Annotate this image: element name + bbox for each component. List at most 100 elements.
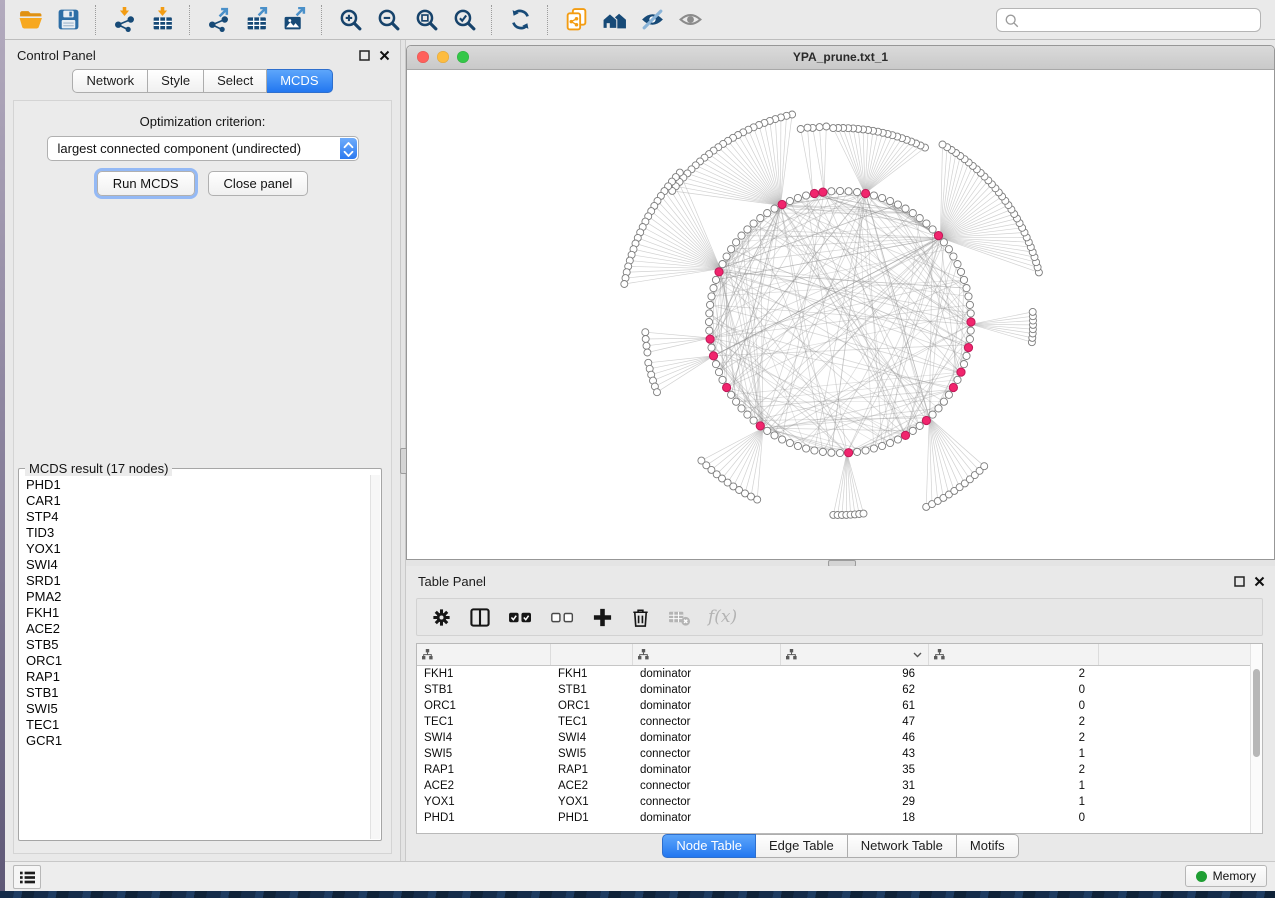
optimization-select[interactable]: largest connected component (undirected) xyxy=(47,136,359,161)
network-window-titlebar[interactable]: YPA_prune.txt_1 xyxy=(407,46,1274,70)
network-window-title: YPA_prune.txt_1 xyxy=(407,50,1274,64)
table-panel-header: Table Panel xyxy=(406,566,1275,592)
mcds-result-item[interactable]: CAR1 xyxy=(26,493,370,509)
delete-table-icon[interactable] xyxy=(668,608,691,627)
mcds-result-item[interactable]: RAP1 xyxy=(26,669,370,685)
table-row[interactable]: FKH1FKH1dominator962 xyxy=(417,666,1262,682)
zoom-selected-icon[interactable] xyxy=(447,5,481,35)
tab-select[interactable]: Select xyxy=(204,69,267,93)
zoom-fit-icon[interactable] xyxy=(409,5,443,35)
export-network-icon[interactable] xyxy=(201,5,235,35)
table-row[interactable]: TEC1TEC1connector472 xyxy=(417,714,1262,730)
column-header-name[interactable] xyxy=(551,644,633,665)
table-scrollbar[interactable] xyxy=(1250,644,1262,833)
add-column-icon[interactable] xyxy=(592,607,613,628)
close-panel-icon[interactable] xyxy=(379,50,390,61)
mcds-result-item[interactable]: TID3 xyxy=(26,525,370,541)
cell-successor-nodes: 46 xyxy=(781,732,929,744)
search-input[interactable] xyxy=(1025,10,1254,32)
tab-mcds[interactable]: MCDS xyxy=(267,69,332,93)
mcds-result-item[interactable]: STB5 xyxy=(26,637,370,653)
mcds-result-item[interactable]: STB1 xyxy=(26,685,370,701)
mcds-result-item[interactable]: SWI4 xyxy=(26,557,370,573)
mcds-result-item[interactable]: GCR1 xyxy=(26,733,370,749)
mcds-result-list[interactable]: PHD1CAR1STP4TID3YOX1SWI4SRD1PMA2FKH1ACE2… xyxy=(19,475,370,838)
open-file-icon[interactable] xyxy=(13,5,47,35)
column-header-successor-nodes[interactable] xyxy=(781,644,929,665)
cell-MCDS-role: dominator xyxy=(633,668,781,680)
function-builder-icon[interactable]: f(x) xyxy=(708,607,737,627)
hide-selected-icon[interactable] xyxy=(635,5,669,35)
table-tabs: Node TableEdge TableNetwork TableMotifs xyxy=(406,834,1275,858)
float-panel-icon[interactable] xyxy=(359,50,370,61)
clone-network-icon[interactable] xyxy=(559,5,593,35)
table-panel-title: Table Panel xyxy=(418,574,486,589)
table-row[interactable]: ORC1ORC1dominator610 xyxy=(417,698,1262,714)
network-canvas[interactable] xyxy=(407,69,1274,559)
cell-predecessor-nodes: 1 xyxy=(929,780,1099,792)
split-view-icon[interactable] xyxy=(469,607,491,628)
show-all-icon[interactable] xyxy=(673,5,707,35)
mcds-result-item[interactable]: TEC1 xyxy=(26,717,370,733)
table-row[interactable]: STB1STB1dominator620 xyxy=(417,682,1262,698)
cell-name: RAP1 xyxy=(551,764,633,776)
table-row[interactable]: SWI4SWI4dominator462 xyxy=(417,730,1262,746)
import-table-icon[interactable] xyxy=(145,5,179,35)
close-panel-icon[interactable] xyxy=(1254,576,1265,587)
table-row[interactable]: YOX1YOX1connector291 xyxy=(417,794,1262,810)
memory-label: Memory xyxy=(1213,869,1256,883)
tab-style[interactable]: Style xyxy=(148,69,204,93)
tab-edge-table[interactable]: Edge Table xyxy=(756,834,848,858)
scrollbar-thumb[interactable] xyxy=(1253,669,1260,757)
import-network-icon[interactable] xyxy=(107,5,141,35)
table-row[interactable]: ACE2ACE2connector311 xyxy=(417,778,1262,794)
run-mcds-button[interactable]: Run MCDS xyxy=(97,171,195,196)
export-image-icon[interactable] xyxy=(277,5,311,35)
column-header-predecessor-nodes[interactable] xyxy=(929,644,1099,665)
mcds-result-item[interactable]: PMA2 xyxy=(26,589,370,605)
table-panel: Table Panel f(x) xyxy=(406,566,1275,862)
zoom-in-icon[interactable] xyxy=(333,5,367,35)
first-neighbors-icon[interactable] xyxy=(597,5,631,35)
tab-motifs[interactable]: Motifs xyxy=(957,834,1019,858)
mcds-result-item[interactable]: YOX1 xyxy=(26,541,370,557)
column-header-MCDS-role[interactable] xyxy=(633,644,781,665)
deselect-all-icon[interactable] xyxy=(550,607,575,628)
mcds-result-item[interactable]: ORC1 xyxy=(26,653,370,669)
tab-node-table[interactable]: Node Table xyxy=(662,834,756,858)
mcds-result-item[interactable]: STP4 xyxy=(26,509,370,525)
cell-name: SWI5 xyxy=(551,748,633,760)
mcds-result-item[interactable]: SRD1 xyxy=(26,573,370,589)
cell-successor-nodes: 18 xyxy=(781,812,929,824)
delete-column-icon[interactable] xyxy=(630,607,651,628)
save-session-icon[interactable] xyxy=(51,5,85,35)
float-panel-icon[interactable] xyxy=(1234,576,1245,587)
mcds-result-item[interactable]: ACE2 xyxy=(26,621,370,637)
tab-network-table[interactable]: Network Table xyxy=(848,834,957,858)
export-table-icon[interactable] xyxy=(239,5,273,35)
cell-MCDS-role: dominator xyxy=(633,700,781,712)
zoom-out-icon[interactable] xyxy=(371,5,405,35)
memory-button[interactable]: Memory xyxy=(1185,865,1267,887)
mcds-result-item[interactable]: SWI5 xyxy=(26,701,370,717)
tab-network[interactable]: Network xyxy=(72,69,148,93)
main-content: Control Panel NetworkStyleSelectMCDS Opt… xyxy=(5,40,1275,862)
table-row[interactable]: SWI5SWI5connector431 xyxy=(417,746,1262,762)
settings-icon[interactable] xyxy=(431,607,452,628)
cell-MCDS-role: connector xyxy=(633,748,781,760)
table-row[interactable]: RAP1RAP1dominator352 xyxy=(417,762,1262,778)
select-all-icon[interactable] xyxy=(508,607,533,628)
mcds-result-item[interactable]: FKH1 xyxy=(26,605,370,621)
column-header-shared-name[interactable] xyxy=(417,644,551,665)
show-panels-button[interactable] xyxy=(13,865,41,889)
cell-MCDS-role: connector xyxy=(633,796,781,808)
cell-predecessor-nodes: 1 xyxy=(929,748,1099,760)
close-panel-button[interactable]: Close panel xyxy=(208,171,309,196)
optimization-select-value: largest connected component (undirected) xyxy=(58,141,302,156)
cell-predecessor-nodes: 2 xyxy=(929,764,1099,776)
node-table[interactable]: FKH1FKH1dominator962STB1STB1dominator620… xyxy=(416,643,1263,834)
mcds-result-item[interactable]: PHD1 xyxy=(26,477,370,493)
apply-layout-icon[interactable] xyxy=(503,5,537,35)
table-row[interactable]: PHD1PHD1dominator180 xyxy=(417,810,1262,826)
mcds-list-scrollbar[interactable] xyxy=(370,475,380,839)
